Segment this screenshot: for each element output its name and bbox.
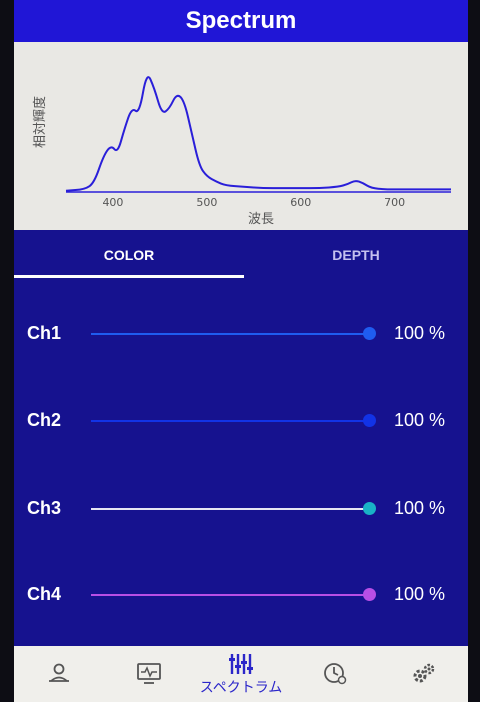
channel-label: Ch3 [27, 498, 62, 518]
spectrum-series-line [65, 76, 451, 192]
x-tick-label: 700 [384, 196, 405, 209]
channel-row-ch2: Ch2 100 % [14, 401, 468, 441]
channel-slider-thumb[interactable] [362, 414, 376, 427]
x-tick-label: 400 [102, 196, 123, 209]
tab-depth-label: DEPTH [332, 247, 380, 263]
tab-color-label: COLOR [103, 247, 155, 263]
channel-value: 100 % [394, 498, 446, 518]
tab-color[interactable]: COLOR [14, 230, 244, 280]
x-axis-label: 波長 [248, 212, 274, 227]
nav-item-timer[interactable] [290, 646, 380, 702]
tab-bar: COLOR DEPTH [14, 230, 468, 280]
channel-row-ch3: Ch3 100 % [14, 489, 468, 529]
x-tick-label: 500 [196, 196, 217, 209]
channel-label: Ch2 [27, 410, 62, 430]
channel-row-ch1: Ch1 100 % [14, 314, 468, 354]
app-screen: Spectrum 相対輝度 波長 400 500 600 700 COLOR DEPT… [14, 0, 468, 702]
header-bar: Spectrum [14, 0, 468, 42]
sliders-icon [229, 653, 253, 674]
monitor-icon [137, 663, 161, 684]
user-icon [49, 663, 69, 682]
bottom-navigation: スペクトラム [14, 646, 468, 702]
channel-slider-thumb[interactable] [362, 588, 376, 601]
gears-icon [413, 663, 435, 683]
channel-value: 100 % [394, 584, 446, 604]
channel-label: Ch1 [27, 323, 62, 343]
channel-value: 100 % [394, 410, 446, 430]
channel-slider-track[interactable] [91, 594, 369, 596]
channel-row-ch4: Ch4 100 % [14, 575, 468, 615]
y-axis-label: 相対輝度 [32, 96, 48, 148]
channel-value: 100 % [394, 323, 446, 343]
channel-slider-thumb[interactable] [362, 502, 376, 515]
tab-depth[interactable]: DEPTH [244, 230, 468, 280]
active-tab-indicator [14, 275, 244, 278]
timer-icon [324, 663, 347, 685]
channel-slider-track[interactable] [91, 508, 369, 510]
nav-item-user[interactable] [14, 646, 104, 702]
channel-slider-track[interactable] [91, 333, 369, 335]
nav-item-spectrum[interactable]: スペクトラム [196, 646, 286, 702]
x-tick-label: 600 [290, 196, 311, 209]
channel-label: Ch4 [27, 584, 62, 604]
spectrum-chart: 相対輝度 波長 400 500 600 700 [14, 42, 468, 230]
channel-slider-track[interactable] [91, 420, 369, 422]
nav-item-settings[interactable] [378, 646, 468, 702]
nav-item-monitor[interactable] [104, 646, 194, 702]
channel-slider-thumb[interactable] [362, 327, 376, 340]
spectrum-chart-svg: 相対輝度 波長 400 500 600 700 [32, 76, 451, 227]
nav-label-spectrum: スペクトラム [199, 679, 283, 696]
page-title: Spectrum [185, 7, 297, 34]
